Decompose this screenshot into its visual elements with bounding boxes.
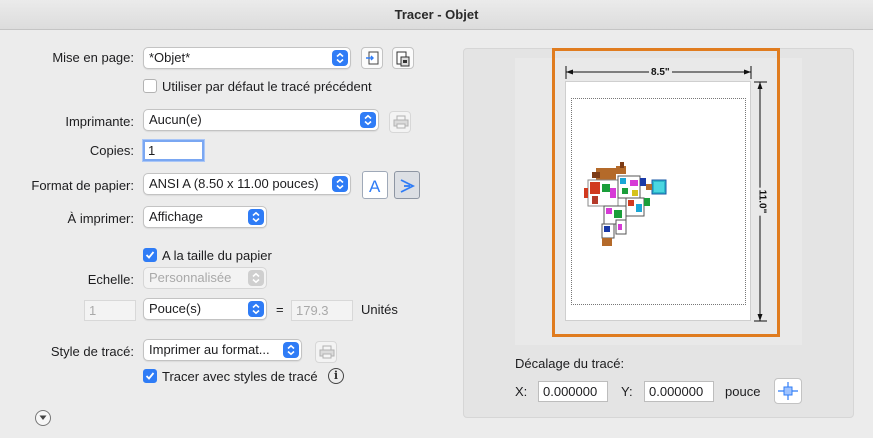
- offset-x-input[interactable]: 0.000000: [538, 381, 608, 402]
- offset-x-label: X:: [515, 384, 528, 399]
- offset-y-input[interactable]: 0.000000: [644, 381, 714, 402]
- plot-offset-label: Décalage du tracé:: [515, 356, 625, 371]
- center-plot-button[interactable]: [774, 378, 802, 404]
- center-plot-icon: [778, 382, 798, 400]
- offset-y-label: Y:: [621, 384, 633, 399]
- offset-unit-label: pouce: [725, 384, 761, 399]
- preview-highlight-frame: [552, 48, 780, 337]
